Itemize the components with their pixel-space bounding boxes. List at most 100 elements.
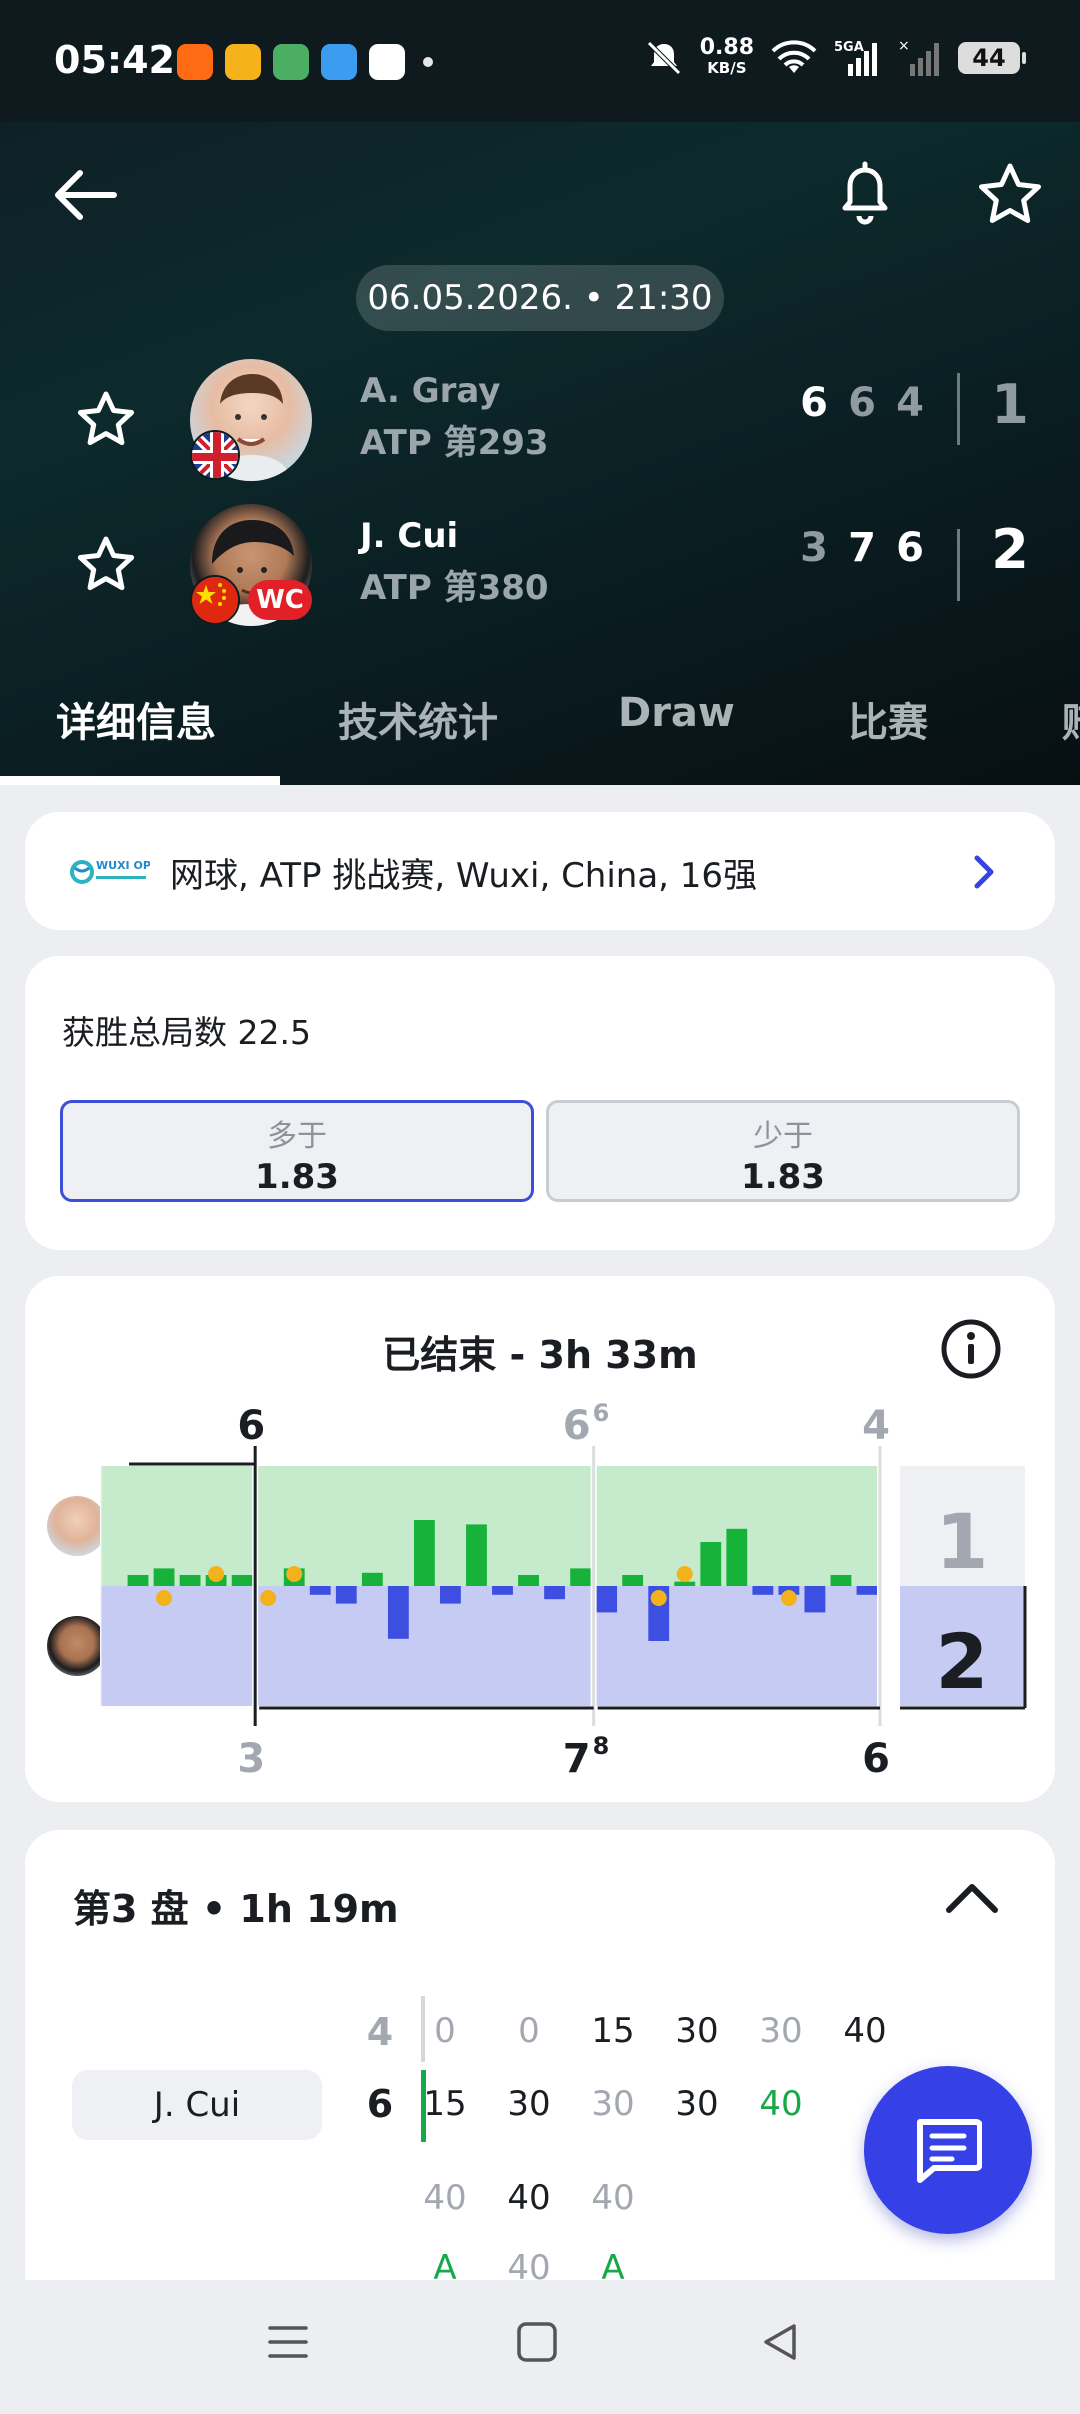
point-score: 40 [507,2178,551,2218]
momentum-bar-player1 [361,1572,383,1586]
point-score: 30 [507,2084,551,2124]
signal-5g-icon: 5GA [834,40,877,76]
menu-icon[interactable] [266,2320,310,2364]
bell-icon[interactable] [835,160,895,230]
home-icon[interactable] [515,2320,559,2364]
network-speed-unit: KB/S [707,59,747,77]
break-ball-icon [260,1590,277,1606]
match-header: 05:42 0.88 KB/S 5GA × 44 06.05.2026. • 2… [0,0,1080,785]
network-speed: 0.88 KB/S [699,35,754,78]
tab-draw[interactable]: Draw [618,690,735,736]
sets-won-player1: 1 [936,1497,989,1586]
momentum-bar-player2 [387,1586,409,1639]
momentum-bar-player1 [413,1520,435,1586]
battery-icon: 44 [958,42,1026,74]
taobao-app-icon [177,44,213,80]
tab-matches[interactable]: 比赛 [848,690,928,748]
active-tab-indicator [0,776,280,785]
tab-details[interactable]: 详细信息 [56,690,216,748]
set-score: 4 [896,380,924,426]
momentum-bar-player2 [804,1586,826,1613]
point-score: 0 [518,2011,540,2051]
tab-stats[interactable]: 技术统计 [338,690,498,748]
set-score-top: 6 [237,1403,265,1449]
momentum-bar-player1 [700,1542,722,1586]
game-score: 6 [366,2082,394,2126]
status-bar: 05:42 0.88 KB/S 5GA × 44 [0,0,1080,122]
set-scores: 3 7 6 [790,525,934,571]
point-score: 30 [675,2011,719,2051]
odds-under-button[interactable]: 少于 1.83 [546,1100,1020,1202]
player-favorite-star-icon[interactable] [75,535,137,597]
chat-button[interactable] [864,2066,1032,2234]
momentum-bar-player1 [153,1568,175,1586]
set-score-bottom: 7 [563,1736,591,1782]
match-datetime: 06.05.2026. • 21:30 [356,265,724,331]
network-speed-value: 0.88 [699,35,754,60]
favorite-star-icon[interactable] [975,160,1045,230]
wildcard-badge: WC [248,580,312,620]
set-score: 7 [848,525,876,571]
break-ball-icon [676,1566,693,1582]
point-score: 30 [759,2011,803,2051]
set-score-bottom: 6 [862,1736,890,1782]
set-score-top: 6 [563,1403,591,1449]
momentum-bar-player2 [335,1586,357,1604]
momentum-chart: 6 6 6 43 7 8 612 [100,1399,1027,1782]
point-score: 40 [591,2178,635,2218]
browser-app-icon [369,44,405,80]
player-row-1[interactable]: A. Gray ATP 第293 6 6 4 1 [0,355,1080,485]
tournament-link[interactable]: WUXI OPEN 网球, ATP 挑战赛, Wuxi, China, 16强 [25,812,1055,930]
momentum-bar-player1 [466,1524,487,1586]
momentum-card: 已结束 - 3h 33m 6664378612 [25,1276,1055,1802]
momentum-bar-player1 [622,1575,644,1586]
back-arrow-icon[interactable] [50,165,120,225]
chevron-up-icon[interactable] [943,1878,1001,1918]
odds-over-button[interactable]: 多于 1.83 [60,1100,534,1202]
break-ball-icon [156,1590,173,1606]
sets-total: 2 [991,518,1029,581]
break-ball-icon [208,1566,225,1582]
chat-icon [917,2119,982,2183]
weibo-app-icon [225,44,261,80]
point-score: 15 [423,2084,467,2124]
status-time: 05:42 [54,38,175,82]
set-score-top: 4 [862,1403,890,1449]
previous-game-score: 4 [366,2010,394,2054]
momentum-bar-player1 [127,1575,149,1586]
momentum-bar-player2 [492,1586,513,1595]
point-score: 40 [759,2084,803,2124]
player-rank: ATP 第293 [360,423,549,463]
odds-card: 获胜总局数 22.5 多于 1.83 少于 1.83 [25,956,1055,1250]
svg-text:×: × [898,38,910,54]
chevron-right-icon [974,855,994,889]
point-score: 40 [843,2011,887,2051]
momentum-bar-player2 [596,1586,618,1613]
set-score-top-tiebreak: 6 [593,1399,610,1427]
player-name: A. Gray [360,371,501,411]
set-scores: 6 6 4 [790,380,934,426]
set-score: 3 [800,525,828,571]
system-nav-bar [0,2280,1080,2414]
point-score: 40 [423,2178,467,2218]
player-favorite-star-icon[interactable] [75,390,137,452]
tournament-name: 网球, ATP 挑战赛, Wuxi, China, 16强 [170,856,758,896]
point-score: 30 [675,2084,719,2124]
odds-under-label: 少于 [753,1119,813,1154]
wifi-icon [771,40,817,73]
set-score-bottom-tiebreak: 8 [593,1732,610,1760]
tab-odds[interactable]: 赔 [1062,690,1080,748]
signal-sim2-icon: × [898,38,939,76]
odds-under-value: 1.83 [741,1157,825,1197]
back-triangle-icon[interactable] [758,2320,802,2364]
break-ball-icon [780,1590,797,1606]
set-score-bottom: 3 [237,1736,265,1782]
tab-bar: 详细信息 技术统计 Draw 比赛 赔 [0,660,1080,785]
player2-area [100,1586,880,1706]
set-score: 6 [800,380,828,426]
set3-title: 第3 盘 • 1h 19m [73,1887,399,1931]
player-name: J. Cui [360,516,459,556]
tournament-logo-text: WUXI OPEN [96,859,150,872]
momentum-bar-player1 [726,1528,748,1586]
player-row-2[interactable]: WC J. Cui ATP 第380 3 7 6 2 [0,500,1080,630]
